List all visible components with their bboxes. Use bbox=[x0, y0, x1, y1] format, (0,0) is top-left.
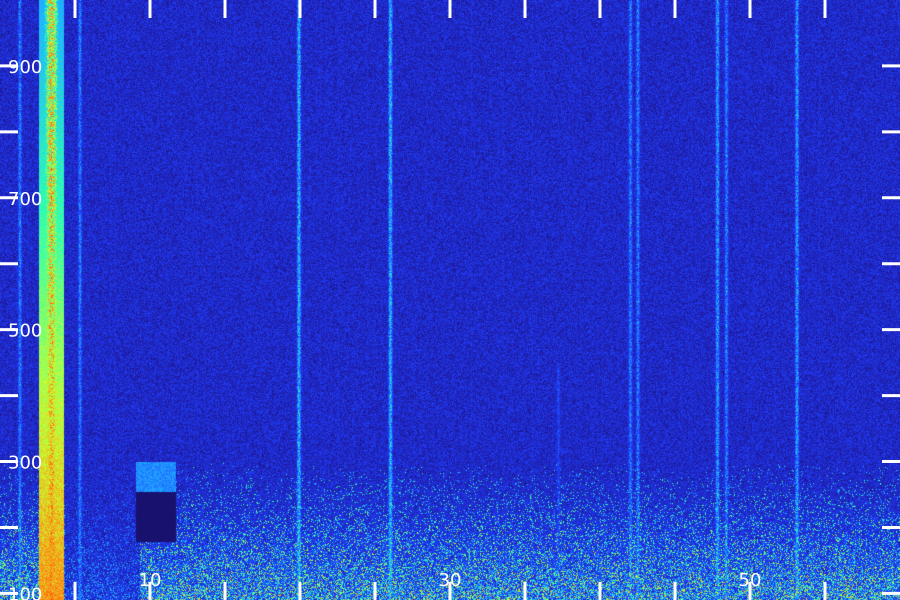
x-tick-label: 50 bbox=[739, 570, 762, 591]
axes-overlay: 10 30 50 100 300 500 700 900 bbox=[0, 0, 900, 600]
y-tick-label: 100 bbox=[8, 584, 42, 600]
y-tick-label: 900 bbox=[8, 57, 42, 78]
y-tick-label: 300 bbox=[8, 453, 42, 474]
y-tick-label: 700 bbox=[8, 189, 42, 210]
y-tick-label: 500 bbox=[8, 321, 42, 342]
x-tick-label: 10 bbox=[139, 570, 162, 591]
x-tick-label: 30 bbox=[439, 570, 462, 591]
spectrogram-chart: 10 30 50 100 300 500 700 900 bbox=[0, 0, 900, 600]
